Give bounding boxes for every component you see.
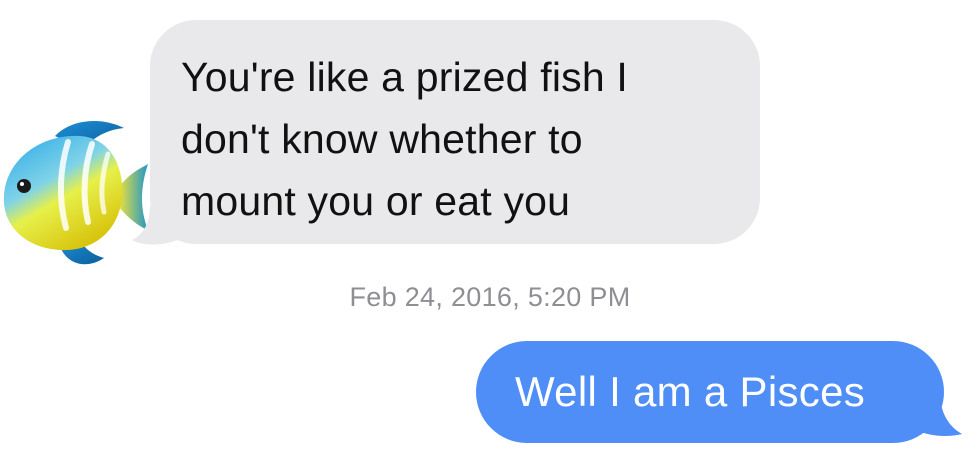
message-thread: You're like a prized fish I don't know w… [0, 0, 980, 450]
message-timestamp: Feb 24, 2016, 5:20 PM [349, 282, 631, 312]
outgoing-message-bubble[interactable]: Well I am a Pisces [476, 341, 944, 443]
incoming-message-bubble[interactable]: You're like a prized fish I don't know w… [150, 20, 760, 244]
tropical-fish-icon [0, 118, 148, 270]
outgoing-message-text: Well I am a Pisces [515, 368, 866, 415]
incoming-message-text: You're like a prized fish I don't know w… [181, 54, 629, 224]
